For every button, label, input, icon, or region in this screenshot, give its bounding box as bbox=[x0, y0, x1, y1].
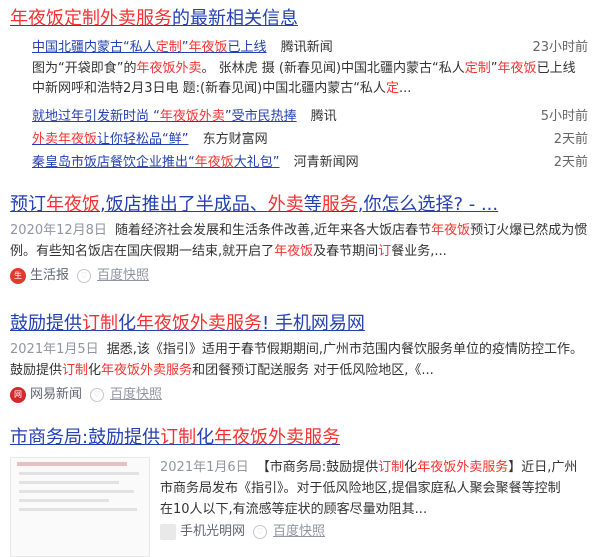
favorite-icon[interactable]: ♡ bbox=[90, 388, 105, 402]
result-meta: 手机光明网 ♡ 百度快照 bbox=[160, 522, 590, 542]
source-logo-icon bbox=[160, 524, 176, 540]
news-item-time: 23小时前 bbox=[532, 40, 588, 55]
news-block-title[interactable]: 年夜饭定制外卖服务的最新相关信息 bbox=[10, 6, 590, 32]
news-item-source: 腾讯新闻 bbox=[280, 40, 333, 55]
result-body: 2021年1月6日 【市商务局:鼓励提供订制化年夜饭外卖服务】近日,广州 市商务… bbox=[160, 457, 590, 542]
news-item: 就地过年引发新时尚 “年夜饭外卖”受市民热捧 腾讯 5小时前 bbox=[10, 105, 590, 128]
news-item-title[interactable]: 就地过年引发新时尚 “年夜饭外卖”受市民热捧 bbox=[32, 109, 297, 124]
result-abstract: 市商务局发布《指引》。对于低风险地区,提倡家庭私人聚会聚餐等控制 bbox=[160, 481, 561, 496]
news-item-title[interactable]: 外卖年夜饭让你轻松品“鲜” bbox=[32, 132, 189, 147]
news-item-time: 5小时前 bbox=[540, 109, 588, 124]
search-result: 预订年夜饭,饭店推出了半成品、外卖等服务,你怎么选择? - ... 2020年1… bbox=[10, 192, 590, 286]
news-item-time: 2天前 bbox=[553, 155, 588, 170]
result-source[interactable]: 手机光明网 bbox=[180, 522, 245, 542]
snapshot-link[interactable]: 百度快照 bbox=[110, 385, 162, 405]
search-result: 市商务局:鼓励提供订制化年夜饭外卖服务 2021年1月6日 【市商务局:鼓励提供… bbox=[10, 425, 590, 557]
news-item: 外卖年夜饭让你轻松品“鲜” 东方财富网 2天前 bbox=[10, 128, 590, 151]
snapshot-link[interactable]: 百度快照 bbox=[273, 522, 325, 542]
result-date: 2020年12月8日 bbox=[10, 223, 107, 238]
news-item: 中国北疆内蒙古“私人定制”年夜饭已上线 腾讯新闻 23小时前 bbox=[10, 36, 590, 59]
result-abstract: 在10人以下,有流感等症状的顾客尽量劝阻其... bbox=[160, 502, 428, 517]
result-meta: 生 生活报 ♡ 百度快照 bbox=[10, 266, 590, 286]
news-item-source: 东方财富网 bbox=[202, 132, 268, 147]
result-meta: 网 网易新闻 ♡ 百度快照 bbox=[10, 385, 590, 405]
favorite-icon[interactable]: ♡ bbox=[77, 269, 92, 283]
news-item-title[interactable]: 秦皇岛市饭店餐饮企业推出“年夜饭大礼包” bbox=[32, 155, 280, 170]
news-item-abstract: 图为“开袋即食”的年夜饭外卖。 张林虎 摄 (新春见闻)中国北疆内蒙古“私人定制… bbox=[32, 61, 576, 76]
result-source[interactable]: 生活报 bbox=[30, 266, 69, 286]
result-source[interactable]: 网易新闻 bbox=[30, 385, 82, 405]
news-item-title[interactable]: 中国北疆内蒙古“私人定制”年夜饭已上线 bbox=[32, 40, 267, 55]
news-block: 年夜饭定制外卖服务的最新相关信息 中国北疆内蒙古“私人定制”年夜饭已上线 腾讯新… bbox=[10, 6, 590, 174]
favorite-icon[interactable]: ♡ bbox=[253, 525, 268, 539]
source-logo-icon: 网 bbox=[10, 387, 26, 403]
news-item: 秦皇岛市饭店餐饮企业推出“年夜饭大礼包” 河青新闻网 2天前 bbox=[10, 151, 590, 174]
news-item-source: 河青新闻网 bbox=[293, 155, 359, 170]
source-logo-icon: 生 bbox=[10, 268, 26, 284]
result-date: 2021年1月5日 bbox=[10, 342, 99, 357]
result-title[interactable]: 市商务局:鼓励提供订制化年夜饭外卖服务 bbox=[10, 425, 590, 451]
search-result: 鼓励提供订制化年夜饭外卖服务! 手机网易网 2021年1月5日 据悉,该《指引》… bbox=[10, 311, 590, 405]
news-item-abstract: 中新网呼和浩特2月3日电 题:(新春见闻)中国北疆内蒙古“私人定... bbox=[32, 81, 412, 96]
result-abstract: 2021年1月5日 据悉,该《指引》适用于春节假期期间,广州市范围内餐饮服务单位… bbox=[10, 342, 584, 378]
result-title[interactable]: 预订年夜饭,饭店推出了半成品、外卖等服务,你怎么选择? - ... bbox=[10, 192, 590, 218]
news-item-source: 腾讯 bbox=[310, 109, 337, 124]
snapshot-link[interactable]: 百度快照 bbox=[97, 266, 149, 286]
news-item-time: 2天前 bbox=[553, 132, 588, 147]
result-abstract: 2020年12月8日 随着经济社会发展和生活条件改善,近年来各大饭店春节年夜饭预… bbox=[10, 223, 588, 259]
result-abstract: 2021年1月6日 【市商务局:鼓励提供订制化年夜饭外卖服务】近日,广州 bbox=[160, 460, 578, 475]
result-date: 2021年1月6日 bbox=[160, 460, 249, 475]
result-title[interactable]: 鼓励提供订制化年夜饭外卖服务! 手机网易网 bbox=[10, 311, 590, 337]
result-thumbnail[interactable] bbox=[10, 457, 150, 557]
search-results: 年夜饭定制外卖服务的最新相关信息 中国北疆内蒙古“私人定制”年夜饭已上线 腾讯新… bbox=[0, 0, 600, 557]
